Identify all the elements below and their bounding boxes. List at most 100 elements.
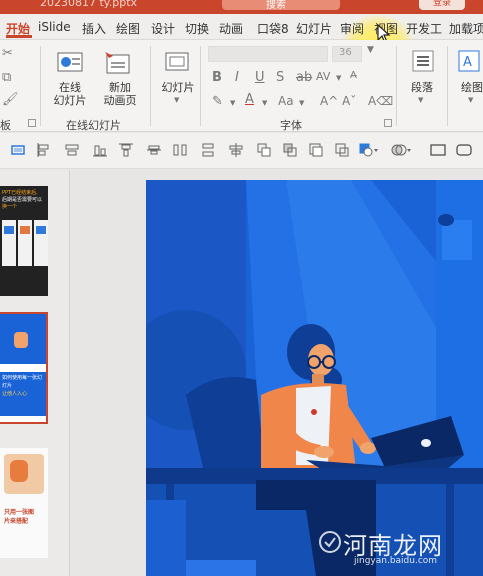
align-distribute-icon[interactable] (228, 142, 244, 158)
increase-font-icon[interactable]: A^ (320, 94, 338, 108)
underline-icon[interactable]: U (255, 70, 265, 85)
slide-thumbnail-2-selected[interactable]: 如何使用每一张幻 灯片 让他人入心 (0, 312, 48, 424)
thumb-line: 后期是否需要可以 (2, 197, 43, 203)
ribbon-tabs: 开始 iSlide 插入 绘图 设计 切换 动画 口袋8 幻灯片 审阅 视图 开… (0, 14, 483, 72)
slide-thumbnail-3[interactable]: 只用一张图 片来搭配 (0, 448, 48, 558)
paragraph-button[interactable]: 段落 (402, 81, 442, 94)
shape-fill-icon[interactable] (358, 142, 380, 158)
online-slide-button[interactable]: 在线 幻灯片 (50, 81, 90, 107)
thumb-image (20, 226, 30, 234)
font-size-dropdown-icon[interactable]: ▼ (367, 45, 374, 55)
new-animation-page-icon[interactable] (103, 50, 131, 76)
tab-pocket[interactable]: 口袋8 (257, 20, 289, 37)
active-tab-indicator (6, 35, 32, 38)
tab-developer[interactable]: 开发工 (406, 20, 442, 37)
slide-thumbnail-1[interactable]: PPT已经结束后, 后期是否需要可以 换一个 (0, 186, 48, 296)
decrease-font-icon[interactable]: Aˇ (342, 94, 356, 108)
svg-text:A: A (463, 55, 472, 70)
select-pane-icon[interactable] (10, 142, 26, 158)
group-label-online-slides: 在线幻灯片 (66, 119, 121, 132)
rounded-rectangle-icon[interactable] (456, 142, 472, 158)
copy-icon[interactable]: ⧉ (2, 70, 11, 85)
bring-forward-icon[interactable] (282, 142, 298, 158)
tab-slideshow[interactable]: 幻灯片 (296, 20, 332, 37)
new-animation-page-label: 新加 动画页 (103, 81, 137, 107)
tab-addins[interactable]: 加载项 (449, 20, 483, 37)
tab-islide[interactable]: iSlide (38, 20, 71, 34)
font-launcher-icon[interactable] (384, 119, 392, 127)
align-middle-icon[interactable] (146, 142, 162, 158)
group-label-clipboard: 板 (0, 119, 11, 132)
thumbnail-1-text: PPT已经结束后, 后期是否需要可以 换一个 (0, 190, 48, 211)
slide-illustration[interactable] (146, 180, 483, 576)
paragraph-icon[interactable] (412, 50, 434, 72)
font-name-select[interactable] (208, 46, 328, 62)
arrange-icon[interactable] (334, 142, 350, 158)
send-backward-icon[interactable] (308, 142, 324, 158)
tab-insert[interactable]: 插入 (82, 20, 106, 37)
highlight-pen-icon[interactable]: ✎ (212, 94, 223, 109)
tab-animations[interactable]: 动画 (219, 20, 243, 37)
separator (396, 46, 397, 126)
tab-review[interactable]: 审阅 (340, 20, 364, 37)
clear-formatting-icon[interactable]: A⌫ (368, 94, 393, 108)
distribute-vertical-icon[interactable] (200, 142, 216, 158)
italic-icon[interactable]: I (235, 70, 239, 85)
char-spacing-icon[interactable]: AV (316, 70, 330, 83)
thumb-line: 灯片 (2, 383, 13, 389)
watermark-logo-icon (319, 531, 341, 553)
separator (150, 46, 151, 126)
tab-design[interactable]: 设计 (151, 20, 175, 37)
paragraph-dropdown-icon[interactable]: ▼ (418, 96, 423, 104)
distribute-horizontal-icon[interactable] (172, 142, 188, 158)
thumb-line: 如何使用每一张幻 (2, 375, 43, 381)
format-painter-icon[interactable]: 🖌 (2, 92, 19, 107)
drawing-dropdown-icon[interactable]: ▼ (468, 96, 473, 104)
font-color-icon[interactable]: A (245, 92, 254, 107)
cut-icon[interactable]: ✂ (2, 46, 13, 61)
slide-thumbnails-pane: PPT已经结束后, 后期是否需要可以 换一个 如何使用每一张幻 灯片 让他人入心… (0, 170, 70, 576)
thumb-line: PPT已经结束后, (2, 190, 38, 196)
thumb-line: 只用一张图 (4, 509, 35, 516)
tab-transitions[interactable]: 切换 (185, 20, 209, 37)
title-bar: 20230817 ty.pptx 搜索 登录 (0, 0, 483, 14)
clipboard-launcher-icon[interactable] (28, 119, 36, 127)
shadow-icon[interactable]: S (276, 70, 284, 85)
login-button[interactable]: 登录 (419, 0, 465, 10)
thumb-line: 换一个 (2, 204, 18, 210)
watermark-site: jingyan.baidu.com (354, 556, 438, 566)
change-case-icon[interactable]: Aa (278, 94, 294, 108)
char-spacing-dropdown-icon[interactable]: ▼ (336, 74, 341, 82)
slide-layout-icon[interactable] (165, 50, 189, 74)
font-size-select[interactable]: 36 (332, 46, 362, 62)
align-left-icon[interactable] (36, 142, 52, 158)
align-bottom-icon[interactable] (92, 142, 108, 158)
strikethrough-icon[interactable]: ab (296, 70, 312, 85)
thumbnail-3-text: 只用一张图 片来搭配 (4, 508, 48, 526)
drawing-button[interactable]: 绘图 (452, 81, 483, 94)
align-center-icon[interactable] (64, 142, 80, 158)
thumb-person (14, 332, 28, 348)
thumb-image (4, 226, 14, 234)
slide-dropdown-icon[interactable]: ▼ (174, 96, 179, 104)
bold-icon[interactable]: B (212, 70, 222, 85)
online-slide-label: 在线 幻灯片 (53, 81, 87, 107)
ribbon: ✂ ⧉ 🖌 板 在线 幻灯片 新加 动画页 在线幻灯片 幻灯片 ▼ 36 ▼ B… (0, 40, 483, 132)
slide-button[interactable]: 幻灯片 (158, 81, 198, 94)
merge-shapes-icon[interactable] (390, 142, 412, 158)
new-animation-page-button[interactable]: 新加 动画页 (98, 81, 142, 107)
online-slide-icon[interactable] (57, 52, 83, 76)
clear-format-icon[interactable]: A̶ (350, 70, 357, 81)
thumb-image (36, 226, 46, 234)
search-label: 搜索 (266, 0, 286, 11)
highlight-dropdown-icon[interactable]: ▼ (230, 99, 235, 107)
tab-draw[interactable]: 绘图 (116, 20, 140, 37)
align-top-icon[interactable] (118, 142, 134, 158)
rectangle-shape-icon[interactable] (430, 142, 446, 158)
group-icon[interactable] (256, 142, 272, 158)
alignment-toolbar (0, 133, 483, 169)
font-color-dropdown-icon[interactable]: ▼ (262, 99, 267, 107)
change-case-dropdown-icon[interactable]: ▼ (299, 99, 304, 107)
drawing-icon[interactable]: A (458, 50, 480, 72)
thumb-line: 片来搭配 (4, 518, 29, 525)
